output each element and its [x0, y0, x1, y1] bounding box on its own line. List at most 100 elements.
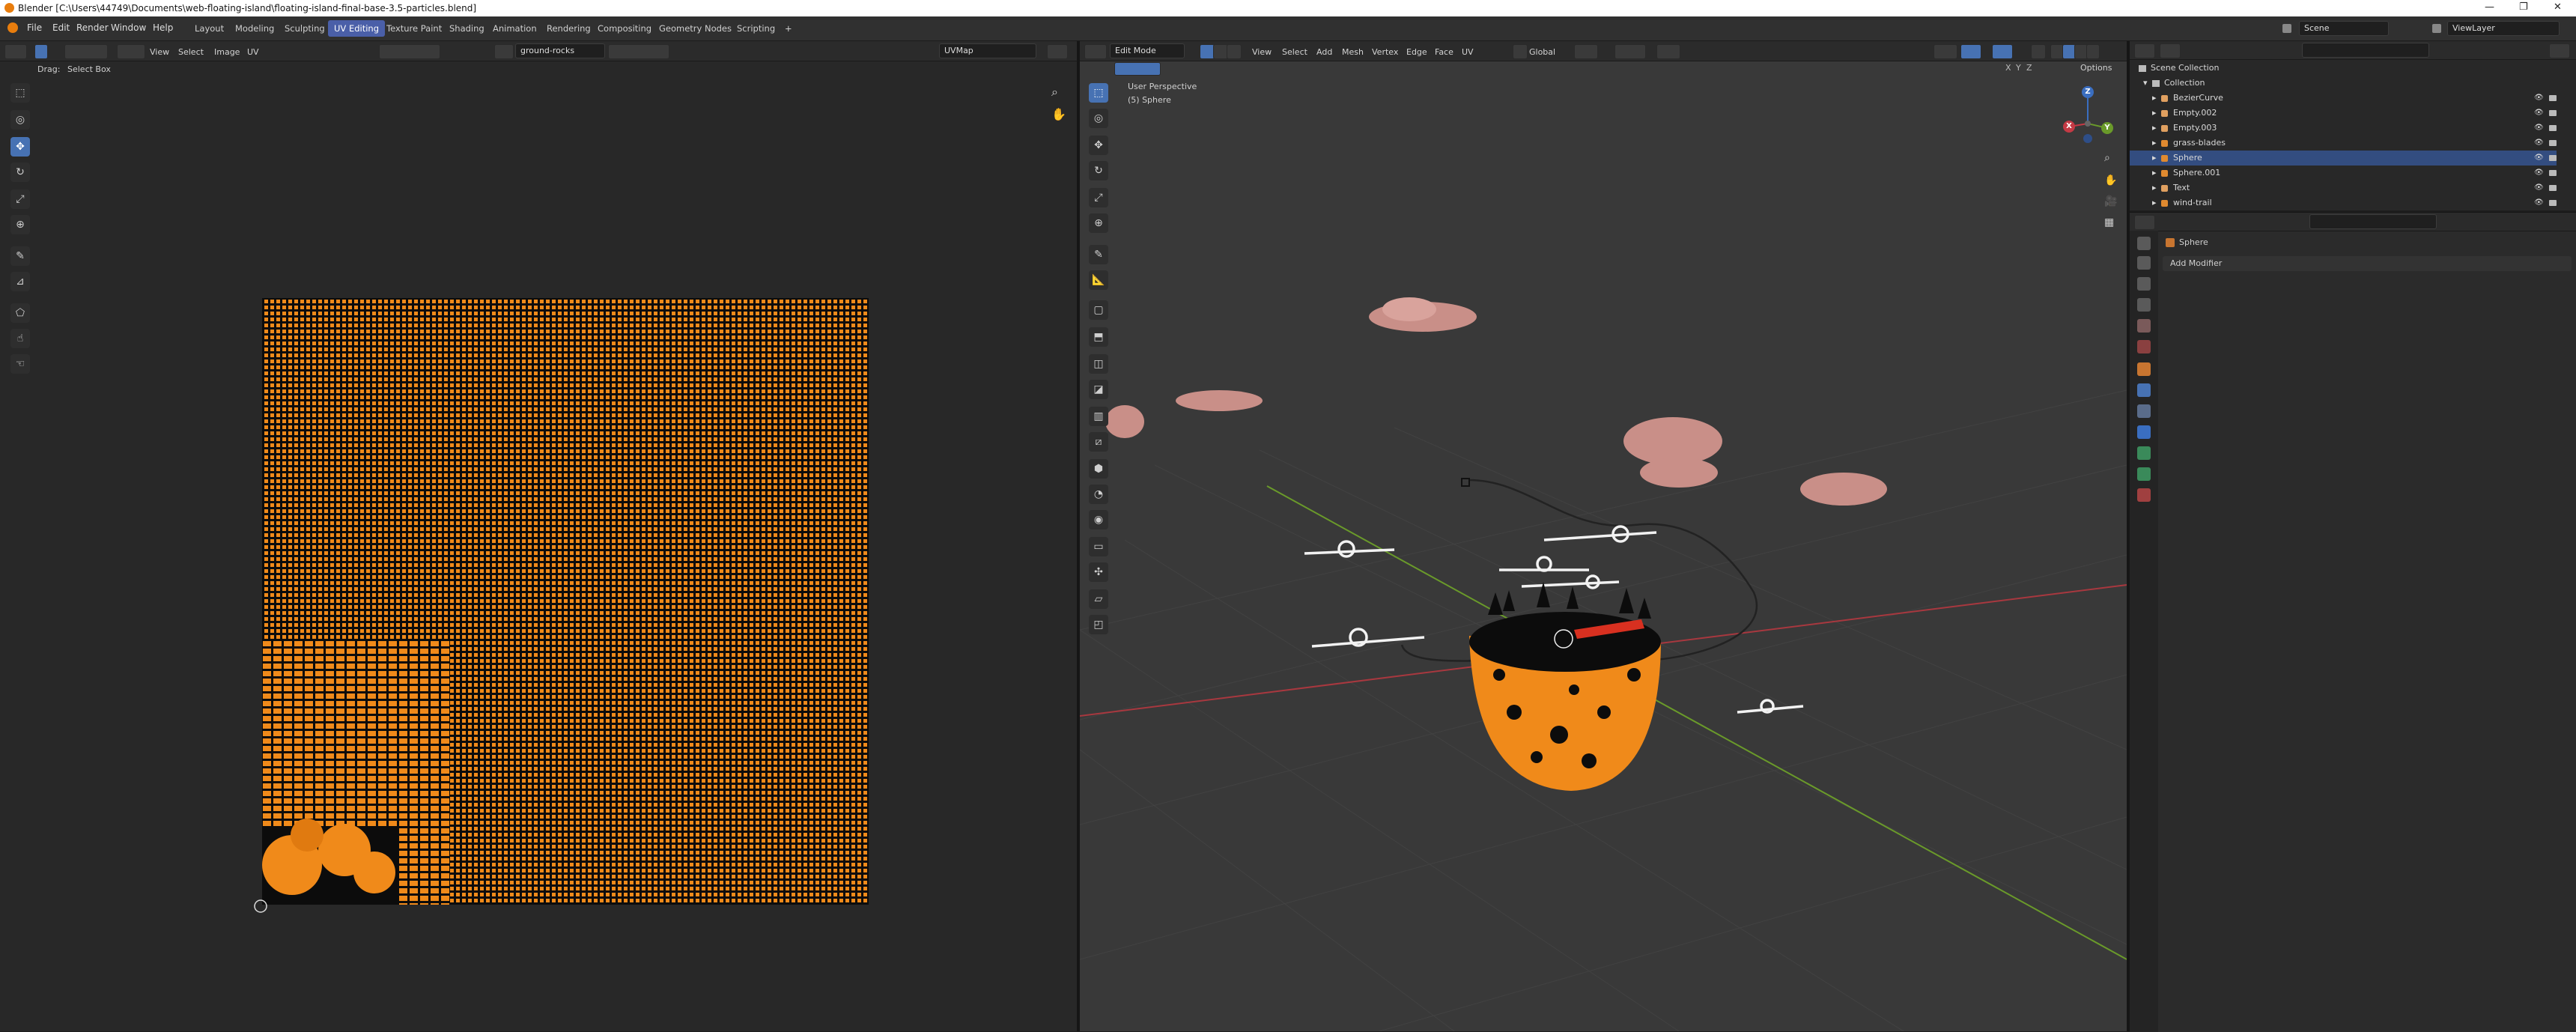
menu-file[interactable]: File: [27, 22, 42, 33]
gizmo-toggle-button[interactable]: [1960, 44, 1981, 59]
mode-selector[interactable]: Edit Mode: [1110, 43, 1185, 58]
vp-shrink-icon[interactable]: ✣: [1089, 562, 1108, 582]
vp-poly-build-icon[interactable]: ⬢: [1089, 459, 1108, 479]
modifier-tab-icon[interactable]: [2137, 383, 2151, 397]
mirror-z-toggle[interactable]: Z: [2026, 63, 2032, 73]
outliner-item-empty-003[interactable]: ▸ Empty.003 👁: [2130, 121, 2557, 136]
maximize-button[interactable]: ❐: [2519, 1, 2528, 13]
vp-cursor-icon[interactable]: ◎: [1089, 109, 1108, 128]
vp-spin-icon[interactable]: ◔: [1089, 485, 1108, 504]
visibility-eye-icon[interactable]: 👁: [2534, 166, 2544, 180]
orientation-dropdown[interactable]: Global: [1529, 47, 1555, 57]
menu-render[interactable]: Render: [76, 22, 109, 33]
expand-arrow-icon[interactable]: ▸: [2152, 91, 2157, 106]
expand-arrow-icon[interactable]: ▸: [2152, 195, 2157, 210]
proportional-edit-button[interactable]: [1656, 44, 1680, 59]
expand-arrow-icon[interactable]: ▸: [2152, 106, 2157, 121]
outliner-display-mode-button[interactable]: [2160, 43, 2181, 58]
tab-shading[interactable]: Shading: [443, 20, 490, 37]
viewport-menu-add[interactable]: Add: [1316, 47, 1332, 57]
uv-canvas[interactable]: [0, 41, 1077, 1031]
tab-rendering[interactable]: Rendering: [541, 20, 597, 37]
render-camera-icon[interactable]: [2549, 155, 2557, 161]
vp-scale-icon[interactable]: ⤢: [1089, 188, 1108, 207]
tab-texture-paint[interactable]: Texture Paint: [380, 20, 448, 37]
vp-select-box-icon[interactable]: ⬚: [1089, 83, 1108, 103]
render-camera-icon[interactable]: [2549, 185, 2557, 191]
vp-bevel-icon[interactable]: ◪: [1089, 380, 1108, 399]
render-camera-icon[interactable]: [2549, 110, 2557, 116]
tab-sculpting[interactable]: Sculpting: [279, 20, 331, 37]
blender-menu-icon[interactable]: [7, 22, 18, 33]
particles-tab-icon[interactable]: [2137, 404, 2151, 418]
tab-modeling[interactable]: Modeling: [229, 20, 280, 37]
overlay-toggle-button[interactable]: [1992, 44, 2013, 59]
xray-toggle-button[interactable]: [2031, 44, 2046, 59]
render-camera-icon[interactable]: [2549, 140, 2557, 146]
zoom-icon[interactable]: ⌕: [2104, 152, 2110, 164]
expand-arrow-icon[interactable]: ▸: [2152, 166, 2157, 180]
vp-inset-icon[interactable]: ◫: [1089, 354, 1108, 374]
outliner-item-grass-blades[interactable]: ▸ grass-blades 👁: [2130, 136, 2557, 151]
expand-arrow-icon[interactable]: ▸: [2152, 151, 2157, 166]
vp-loop-cut-icon[interactable]: ▥: [1089, 407, 1108, 426]
vp-add-cube-icon[interactable]: ▢: [1089, 300, 1108, 320]
select-new-button[interactable]: [1114, 62, 1161, 76]
view-layer-tab-icon[interactable]: [2137, 298, 2151, 312]
options-dropdown[interactable]: Options: [2080, 63, 2112, 73]
object-tab-icon[interactable]: [2137, 362, 2151, 376]
vp-rotate-icon[interactable]: ↻: [1089, 161, 1108, 180]
tab-compositing[interactable]: Compositing: [592, 20, 657, 37]
face-select-button[interactable]: [1227, 44, 1242, 59]
tool-tab-icon[interactable]: [2137, 237, 2151, 250]
minimize-button[interactable]: —: [2485, 1, 2494, 13]
scene-selector[interactable]: Scene: [2299, 21, 2389, 36]
gizmo-x-axis[interactable]: X: [2063, 121, 2075, 133]
vp-transform-icon[interactable]: ⊕: [1089, 213, 1108, 233]
vp-rip-icon[interactable]: ◰: [1089, 615, 1108, 634]
vp-smooth-icon[interactable]: ◉: [1089, 510, 1108, 529]
tab-uv-editing[interactable]: UV Editing: [328, 20, 385, 37]
gizmo-neg-z[interactable]: [2083, 134, 2092, 143]
pan-hand-icon[interactable]: ✋: [2104, 174, 2117, 186]
vp-measure-icon[interactable]: 📐: [1089, 270, 1108, 290]
tab-scripting[interactable]: Scripting: [731, 20, 781, 37]
output-tab-icon[interactable]: [2137, 277, 2151, 291]
tab-geometry-nodes[interactable]: Geometry Nodes: [653, 20, 738, 37]
outliner-search-field[interactable]: [2302, 43, 2429, 58]
mirror-x-toggle[interactable]: X: [2005, 63, 2011, 73]
vp-knife-icon[interactable]: ⧄: [1089, 432, 1108, 452]
outliner-item-beziercurve[interactable]: ▸ BezierCurve 👁: [2130, 91, 2557, 106]
outliner-item-sphere[interactable]: ▸ Sphere 👁: [2130, 151, 2557, 166]
visibility-eye-icon[interactable]: 👁: [2534, 180, 2544, 195]
physics-tab-icon[interactable]: [2137, 425, 2151, 439]
viewport-menu-vertex[interactable]: Vertex: [1372, 47, 1398, 57]
constraints-tab-icon[interactable]: [2137, 446, 2151, 460]
collapse-arrow-icon[interactable]: ▾: [2143, 76, 2148, 91]
render-tab-icon[interactable]: [2137, 256, 2151, 270]
viewport-menu-face[interactable]: Face: [1435, 47, 1453, 57]
outliner-item-text[interactable]: ▸ Text 👁: [2130, 180, 2557, 195]
tab-animation[interactable]: Animation: [487, 20, 543, 37]
outliner-editor-type-button[interactable]: [2134, 43, 2155, 58]
viewport-menu-view[interactable]: View: [1252, 47, 1272, 57]
shading-rendered-button[interactable]: [2086, 44, 2100, 59]
menu-window[interactable]: Window: [111, 22, 146, 33]
expand-arrow-icon[interactable]: ▸: [2152, 136, 2157, 151]
expand-arrow-icon[interactable]: ▸: [2152, 121, 2157, 136]
viewport-menu-mesh[interactable]: Mesh: [1342, 47, 1364, 57]
render-camera-icon[interactable]: [2549, 170, 2557, 176]
viewport-menu-edge[interactable]: Edge: [1406, 47, 1427, 57]
viewport-scene[interactable]: [1080, 76, 2127, 1031]
add-modifier-button[interactable]: Add Modifier: [2163, 256, 2572, 271]
snap-button[interactable]: [1614, 44, 1646, 59]
visibility-eye-icon[interactable]: 👁: [2534, 151, 2544, 166]
data-tab-icon[interactable]: [2137, 467, 2151, 481]
material-tab-icon[interactable]: [2137, 488, 2151, 502]
gizmo-z-axis[interactable]: Z: [2082, 86, 2094, 98]
expand-arrow-icon[interactable]: ▸: [2152, 180, 2157, 195]
render-camera-icon[interactable]: [2549, 200, 2557, 206]
camera-view-icon[interactable]: 🎥: [2104, 195, 2117, 207]
vp-move-icon[interactable]: ✥: [1089, 136, 1108, 155]
visibility-eye-icon[interactable]: 👁: [2534, 195, 2544, 210]
